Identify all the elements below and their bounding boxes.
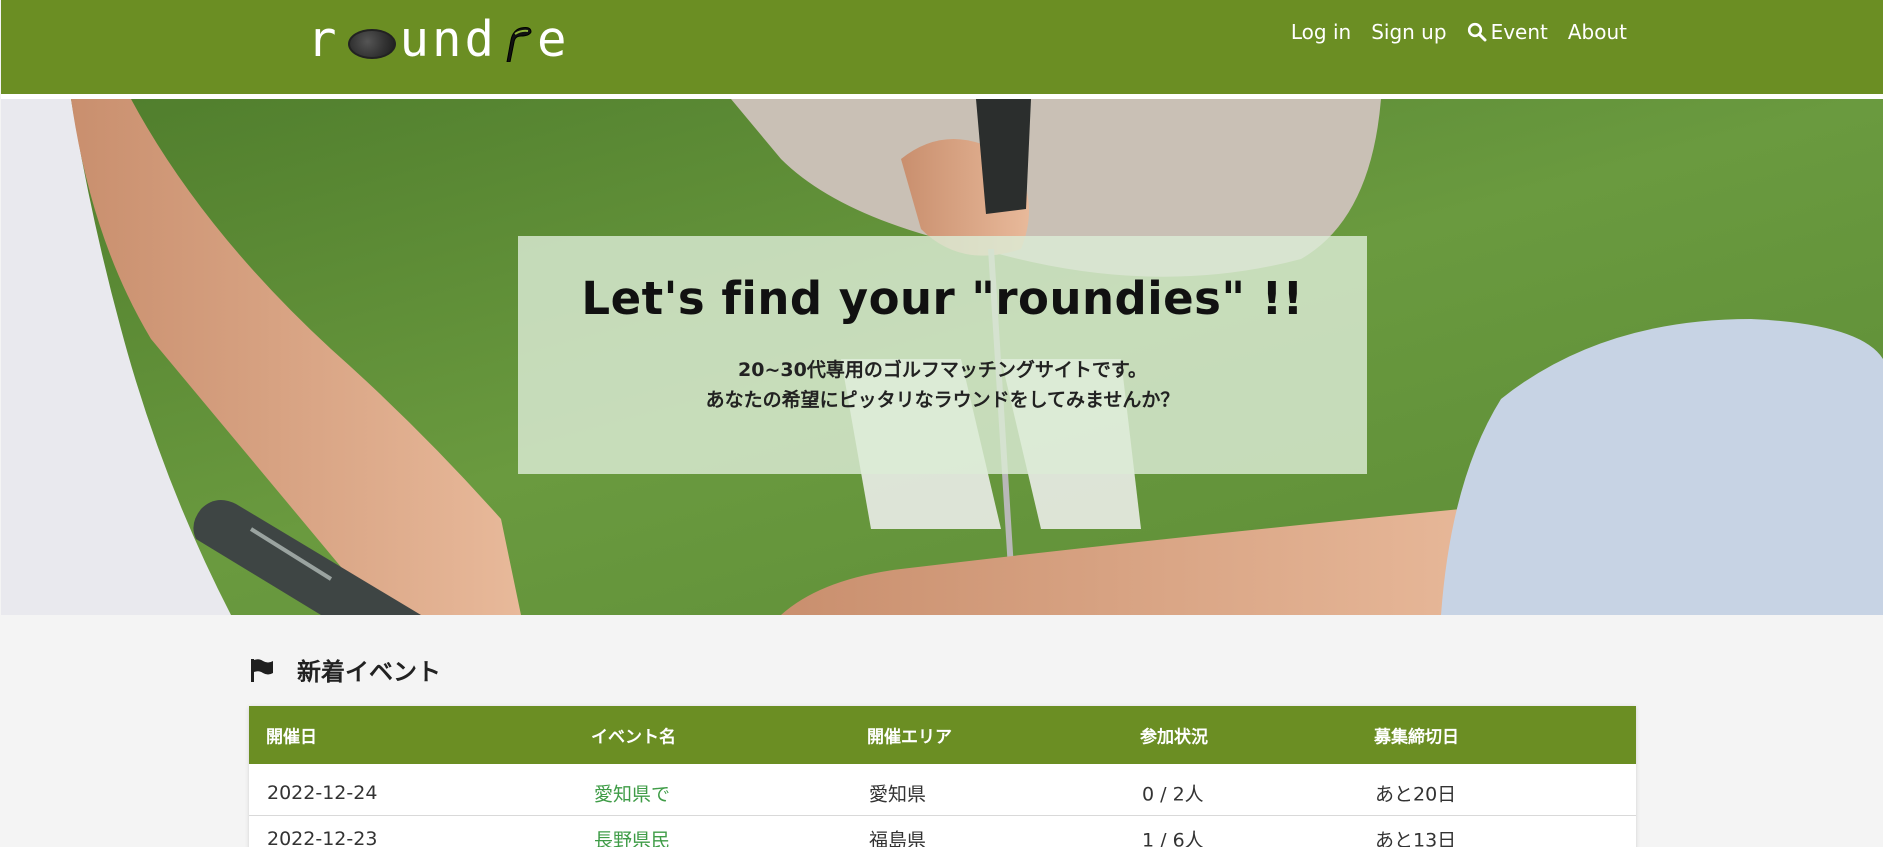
golf-club-icon: [501, 22, 533, 62]
column-header-area: 開催エリア: [867, 727, 952, 748]
about-link[interactable]: About: [1568, 20, 1627, 44]
event-link-label: Event: [1490, 20, 1548, 44]
event-deadline: あと13日: [1375, 829, 1457, 847]
logo-text-start: r: [307, 11, 340, 68]
signup-link-label: Sign up: [1371, 20, 1447, 44]
event-date: 2022-12-24: [267, 781, 378, 804]
hero-banner: Let's find your "roundies" !! 20~30代専用のゴ…: [518, 236, 1367, 474]
table-header-row: 開催日 イベント名 開催エリア 参加状況 募集締切日: [249, 706, 1636, 764]
column-header-deadline: 募集締切日: [1374, 727, 1459, 748]
hero-subtitle-line2: あなたの希望にピッタリなラウンドをしてみませんか？: [705, 389, 1180, 411]
event-name-link[interactable]: 愛知県で: [594, 779, 670, 806]
navbar: r und e Log in Sign up Event About: [1, 0, 1883, 94]
hero-subtitle: 20~30代専用のゴルフマッチングサイトです。 あなたの希望にピッタリなラウンド…: [518, 355, 1367, 415]
logo-text-middle: und: [399, 11, 498, 68]
hero-section: Let's find your "roundies" !! 20~30代専用のゴ…: [1, 99, 1883, 615]
hero-title: Let's find your "roundies" !!: [581, 272, 1304, 325]
events-table: 開催日 イベント名 開催エリア 参加状況 募集締切日 2022-12-24 愛知…: [249, 706, 1636, 847]
event-participation: 1 / 6人: [1142, 829, 1204, 847]
table-row: 2022-12-24 愛知県で 愛知県 0 / 2人 あと20日: [249, 770, 1636, 816]
event-participation: 0 / 2人: [1142, 783, 1204, 805]
login-link[interactable]: Log in: [1291, 20, 1351, 44]
site-logo[interactable]: r und e: [307, 4, 570, 64]
event-name-link[interactable]: 長野県民: [594, 825, 670, 847]
main-nav: Log in Sign up Event About: [1291, 20, 1627, 44]
signup-link[interactable]: Sign up: [1371, 20, 1446, 44]
hero-subtitle-line1: 20~30代専用のゴルフマッチングサイトです。: [738, 359, 1147, 381]
event-area: 福島県: [869, 829, 927, 847]
column-header-participation: 参加状況: [1140, 727, 1208, 748]
new-events-title: 新着イベント: [297, 658, 441, 686]
column-header-event-name: イベント名: [591, 727, 676, 748]
event-date: 2022-12-23: [267, 827, 378, 847]
about-link-label: About: [1567, 20, 1627, 44]
column-header-date: 開催日: [266, 727, 317, 748]
new-events-heading: 新着イベント: [249, 652, 441, 687]
event-link[interactable]: Event: [1467, 20, 1548, 44]
event-area: 愛知県: [869, 783, 927, 805]
logo-text-end: e: [537, 11, 570, 68]
search-icon: [1467, 22, 1487, 42]
event-deadline: あと20日: [1375, 783, 1457, 805]
login-link-label: Log in: [1290, 20, 1352, 44]
table-row: 2022-12-23 長野県民 福島県 1 / 6人 あと13日: [249, 816, 1636, 847]
golf-ball-icon: [347, 29, 396, 59]
flag-icon: [251, 658, 273, 682]
